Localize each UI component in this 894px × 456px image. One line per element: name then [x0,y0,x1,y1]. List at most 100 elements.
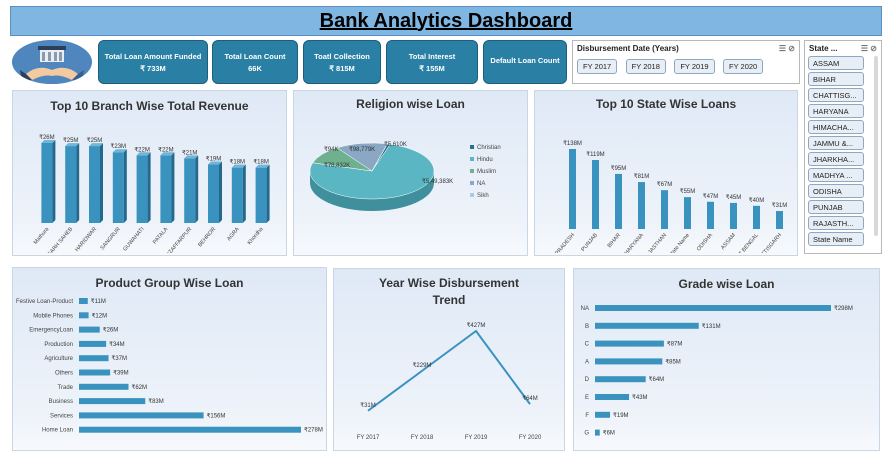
state-option[interactable]: ASSAM [808,56,864,70]
state-option[interactable]: MADHYA ... [808,168,864,182]
bar [231,167,243,223]
state-option[interactable]: HARYANA [808,104,864,118]
state-option[interactable]: JAMMU &... [808,136,864,150]
tick-label: Mathura [33,226,51,246]
data-label: ₹37M [112,355,128,362]
bar [684,197,691,229]
data-label: ₹62M [132,384,148,391]
state-option[interactable]: BIHAR [808,72,864,86]
bar [41,143,53,223]
bar [661,190,668,229]
legend-label: Christian [477,145,501,151]
data-label: ₹278M [304,427,323,434]
legend-swatch [470,157,474,161]
data-label: ₹119M [586,151,604,158]
bar [615,173,622,229]
data-label: ₹43M [632,394,648,401]
bar [595,322,699,329]
state-option[interactable]: State Name [808,232,864,246]
tick-label: FY 2018 [411,435,434,441]
tick-label: A [585,359,589,365]
data-label: ₹94K [324,146,339,153]
data-label: ₹85M [665,358,681,365]
bar [79,369,111,376]
multi-select-icon[interactable]: ☰ [779,44,786,53]
tick-label: Business [49,399,73,405]
tick-label: Festive Loan-Product [16,299,73,305]
year-option[interactable]: FY 2019 [674,59,715,74]
data-label: ₹5,610K [384,141,407,148]
data-label: ₹25M [63,137,79,144]
chart-title: Year Wise Disbursement Trend [379,276,519,307]
data-label: ₹138M [563,140,582,147]
state-loans-panel: Top 10 State Wise Loans ₹138M UTTAR PRADE… [534,90,798,272]
legend-swatch [470,181,474,185]
data-label: ₹18M [253,159,269,166]
bar [753,205,760,229]
bar [208,164,219,223]
year-option[interactable]: FY 2017 [577,59,618,74]
kpi-value: ₹ 155M [419,63,445,73]
data-label: ₹95M [611,165,627,172]
year-slicer[interactable]: Disbursement Date (Years) ☰ ⊘ FY 2017 FY… [572,40,800,84]
tick-label: HARYANA [624,232,646,253]
kpi-total-collection[interactable]: Toatl Collection ₹ 815M [303,40,381,84]
chart-title: Religion wise Loan [356,97,465,111]
state-option[interactable]: RAJASTH... [808,216,864,230]
kpi-label: Total Loan Count [224,51,286,61]
kpi-total-loan-funded[interactable]: Total Loan Amount Funded ₹ 733M [98,40,208,84]
tick-label: GUWAHATI [122,226,146,252]
data-label: ₹131M [702,323,721,330]
chart-title: Top 10 State Wise Loans [595,97,737,111]
bar [776,211,783,229]
bank-logo-icon [12,40,92,84]
legend-label: Muslim [477,169,496,175]
tick-label: BIHAR [607,232,622,249]
tick-label: Trade [58,385,74,391]
bar [184,158,196,223]
tick-label: Khordha [247,226,266,247]
state-loans-chart: ₹138M UTTAR PRADESH ₹119M PUNJAB ₹95M BIHAR ₹8… [542,140,787,272]
clear-filter-icon[interactable]: ⊘ [870,44,877,53]
data-label: ₹83M [148,398,164,405]
bar [707,201,714,229]
data-label: ₹34M [109,341,125,348]
tick-label: D [585,377,590,383]
bar [592,160,599,229]
slicer-scrollbar[interactable] [874,56,878,236]
kpi-total-loan-count[interactable]: Total Loan Count 66K [212,40,298,84]
data-label: ₹64M [649,376,665,383]
branch-revenue-chart: ₹26MMathura₹25MFATEHGARH SAHEB₹25MHARIDW… [33,134,270,271]
data-label: ₹18M [230,159,246,166]
kpi-default-loan-count[interactable]: Default Loan Count [483,40,567,84]
bar [569,149,576,229]
clear-filter-icon[interactable]: ⊘ [788,44,795,53]
bar [595,411,611,418]
year-slicer-title: Disbursement Date (Years) [577,44,679,53]
data-label: ₹45M [726,194,742,201]
year-option[interactable]: FY 2018 [625,59,666,74]
year-option[interactable]: FY 2020 [723,59,764,74]
page-title: Bank Analytics Dashboard [319,9,573,32]
state-option[interactable]: PUNJAB [808,200,864,214]
multi-select-icon[interactable]: ☰ [861,44,868,53]
tick-label: RAJASTHAN [642,232,668,253]
state-list[interactable]: ASSAM BIHAR CHATTISG... HARYANA HIMACHA.… [805,56,881,246]
slicer-controls: ☰ ⊘ [779,44,795,53]
kpi-total-interest[interactable]: Total Interest ₹ 155M [386,40,478,84]
bar [595,394,630,400]
chart-title: Product Group Wise Loan [95,276,244,290]
state-option[interactable]: JHARKHA... [808,152,864,166]
bar [160,155,172,223]
tick-label: C [585,342,590,348]
data-label: ₹47M [703,193,719,200]
data-label: ₹22M [158,146,174,153]
tick-label: Services [50,413,73,419]
state-option[interactable]: ODISHA [808,184,864,198]
state-option[interactable]: CHATTISG... [808,88,864,102]
state-option[interactable]: HIMACHA... [808,120,864,134]
state-slicer[interactable]: State ... ☰ ⊘ ASSAM BIHAR CHATTISG... HA… [804,40,882,254]
bar [79,355,109,362]
bar [79,326,100,333]
bar-side [171,152,175,223]
